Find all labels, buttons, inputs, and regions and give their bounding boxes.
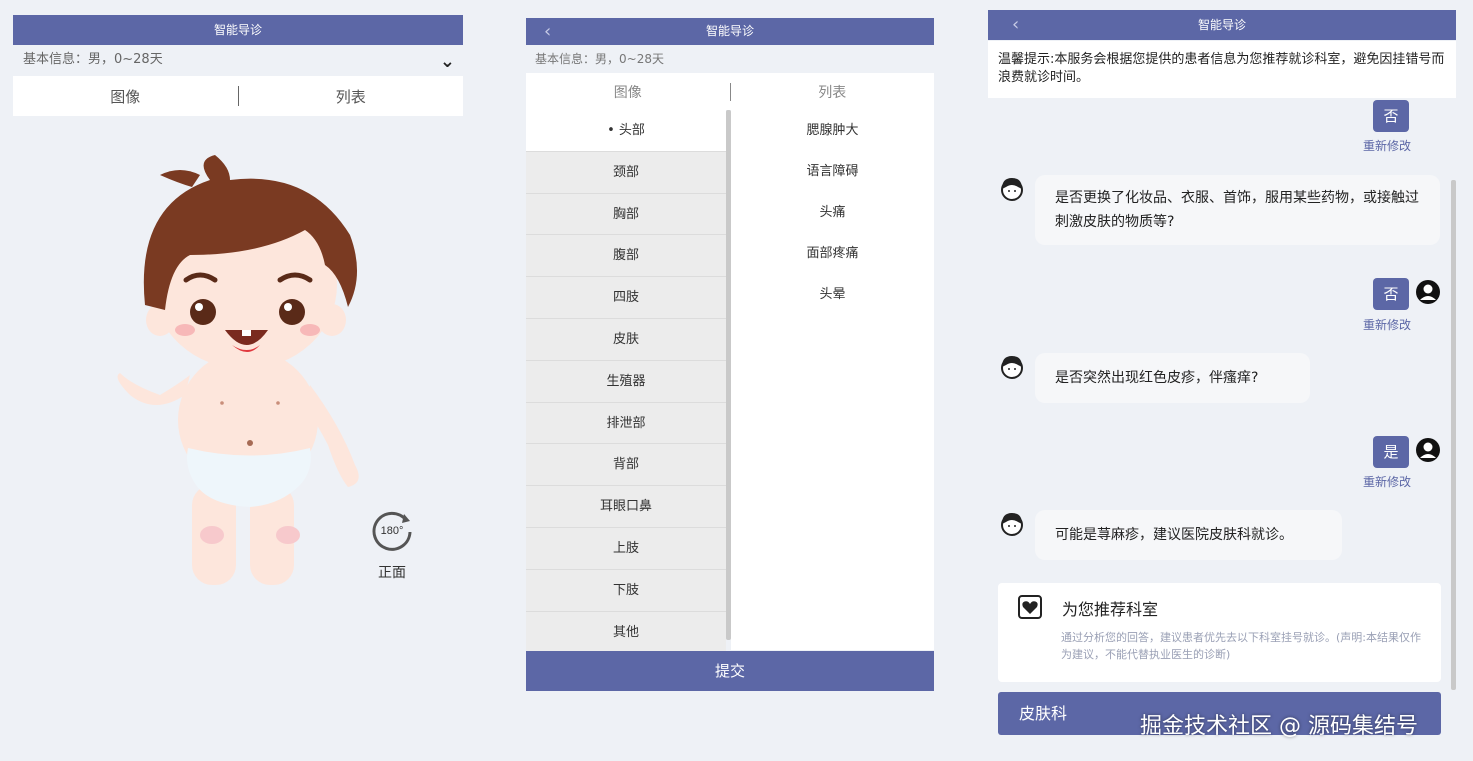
submit-button[interactable]: 提交 (526, 651, 934, 691)
body-part-item[interactable]: 腹部 (526, 235, 726, 278)
tab-list[interactable]: 列表 (239, 86, 464, 107)
answer-bubble: 是 (1373, 436, 1409, 468)
user-avatar-icon (1416, 280, 1440, 304)
doctor-avatar-icon (1001, 356, 1023, 379)
basic-info-bar[interactable]: 基本信息：男，0~28天 ⌄ (13, 46, 463, 74)
symptom-item[interactable]: 面部疼痛 (731, 233, 934, 274)
body-part-item[interactable]: 背部 (526, 444, 726, 487)
edit-answer-link[interactable]: 重新修改 (1363, 316, 1411, 333)
body-part-item[interactable]: 皮肤 (526, 318, 726, 361)
scrollbar[interactable] (1451, 180, 1456, 690)
symptom-item[interactable]: 头痛 (731, 192, 934, 233)
chevron-down-icon[interactable]: ⌄ (440, 48, 455, 76)
basic-info-text: 基本信息：男，0~28天 (535, 52, 664, 66)
notice-text: 温馨提示:本服务会根据您提供的患者信息为您推荐就诊科室，避免因挂错号而浪费就诊时… (988, 41, 1456, 98)
symptom-item[interactable]: 语言障碍 (731, 151, 934, 192)
body-part-list: • 头部 颈部 胸部 腹部 四肢 皮肤 生殖器 排泄部 背部 耳眼口鼻 上肢 下肢 其他 (526, 110, 726, 654)
answer-bubble: 否 (1373, 100, 1409, 132)
doctor-avatar-icon (1001, 513, 1023, 536)
tab-list[interactable]: 列表 (731, 82, 935, 102)
question-bubble: 是否突然出现红色皮疹，伴瘙痒? (1035, 353, 1310, 403)
page-title-text: 智能导诊 (1197, 18, 1246, 32)
recommend-title: 为您推荐科室 (1062, 600, 1159, 619)
tab-image[interactable]: 图像 (13, 86, 238, 107)
recommend-card: 为您推荐科室 通过分析您的回答，建议患者优先去以下科室挂号就诊。(声明:本结果仅… (998, 583, 1441, 682)
body-part-item[interactable]: 胸部 (526, 193, 726, 236)
answer-bubble: 否 (1373, 278, 1409, 310)
user-avatar-icon (1416, 438, 1440, 462)
body-part-item[interactable]: 生殖器 (526, 360, 726, 403)
page-title-text: 智能导诊 (705, 24, 754, 38)
body-part-item[interactable]: 其他 (526, 611, 726, 654)
view-label: 正面 (378, 565, 406, 581)
body-part-item[interactable]: 排泄部 (526, 402, 726, 445)
view-tabs: 图像 列表 (13, 76, 463, 116)
tab-image[interactable]: 图像 (526, 82, 730, 102)
basic-info-text: 基本信息：男，0~28天 (23, 52, 163, 67)
recommend-description: 通过分析您的回答，建议患者优先去以下科室挂号就诊。(声明:本结果仅作为建议，不能… (1061, 631, 1421, 661)
body-part-item[interactable]: 四肢 (526, 277, 726, 319)
body-part-item[interactable]: 耳眼口鼻 (526, 486, 726, 528)
symptom-item[interactable]: 腮腺肿大 (731, 110, 934, 151)
symptom-item[interactable]: 头晕 (731, 274, 934, 315)
symptom-list: 腮腺肿大 语言障碍 头痛 面部疼痛 头晕 (731, 110, 934, 650)
heart-icon (1018, 595, 1042, 619)
body-part-item[interactable]: • 头部 (526, 110, 726, 152)
body-part-item[interactable]: 上肢 (526, 527, 726, 570)
back-arrow-icon[interactable]: ‹ (544, 18, 551, 45)
result-bubble: 可能是荨麻疹，建议医院皮肤科就诊。 (1035, 510, 1342, 560)
view-tabs: 图像 列表 (526, 73, 934, 110)
body-part-item[interactable]: 颈部 (526, 151, 726, 194)
rotate-180-icon[interactable]: 180° (370, 508, 414, 552)
baby-body-figure[interactable] (100, 145, 380, 605)
body-part-item[interactable]: 下肢 (526, 569, 726, 612)
page-title: 智能导诊 (13, 15, 463, 45)
back-arrow-icon[interactable]: ‹ (1012, 10, 1019, 40)
edit-answer-link[interactable]: 重新修改 (1363, 473, 1411, 490)
doctor-avatar-icon (1001, 178, 1023, 201)
rotate-label: 180° (381, 525, 404, 537)
watermark: 掘金技术社区 @ 源码集结号 (1140, 714, 1418, 739)
page-title: ‹ 智能导诊 (526, 18, 934, 45)
page-title: ‹ 智能导诊 (988, 10, 1456, 40)
edit-answer-link[interactable]: 重新修改 (1363, 137, 1411, 154)
question-bubble: 是否更换了化妆品、衣服、首饰，服用某些药物，或接触过刺激皮肤的物质等? (1035, 175, 1440, 245)
